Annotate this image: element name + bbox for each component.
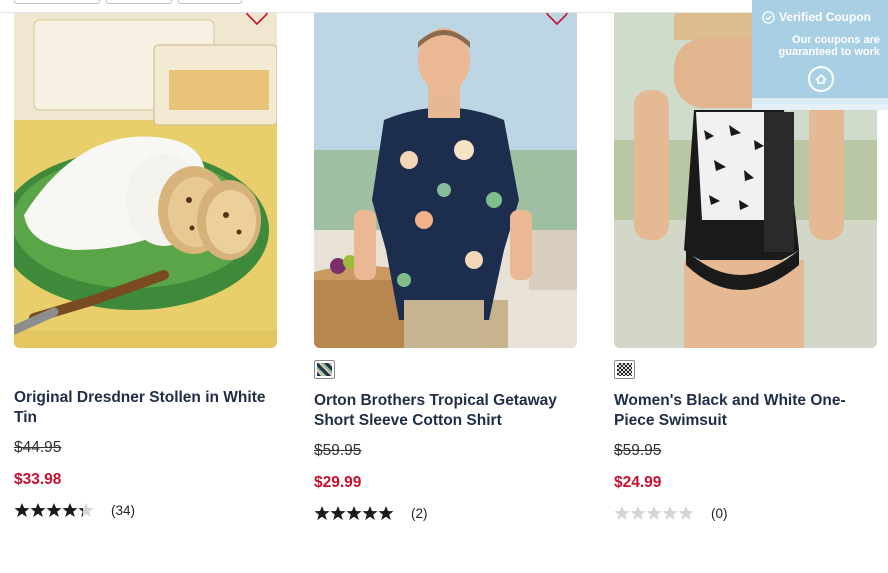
original-price: $59.95 (314, 442, 362, 459)
product-title[interactable]: Women's Black and White One-Piece Swimsu… (614, 391, 877, 431)
filter-tab[interactable] (106, 0, 172, 4)
sale-price: $33.98 (14, 471, 62, 488)
product-image-shirt[interactable] (314, 0, 577, 348)
star-icon (378, 506, 394, 520)
star-icon (14, 503, 30, 517)
star-icon (646, 506, 662, 520)
star-icon (346, 506, 362, 520)
filter-tab[interactable] (14, 0, 100, 4)
coupon-title: Verified Coupon (762, 10, 871, 24)
star-icon (630, 506, 646, 520)
stars (614, 505, 694, 521)
product-title[interactable]: Orton Brothers Tropical Getaway Short Sl… (314, 391, 577, 431)
review-count: (2) (411, 505, 428, 521)
review-count: (0) (711, 505, 728, 521)
coupon-logo-icon (808, 66, 834, 92)
stars (314, 505, 394, 521)
product-image-stollen[interactable] (14, 0, 277, 348)
coupon-text: Our coupons are guaranteed to work (778, 34, 880, 58)
color-swatch-navy-floral[interactable] (314, 360, 335, 379)
color-swatch-black-white[interactable] (614, 360, 635, 379)
sale-price: $24.99 (614, 474, 662, 491)
star-icon (314, 506, 330, 520)
sale-price: $29.99 (314, 474, 362, 491)
coupon-title-text: Verified Coupon (779, 10, 872, 24)
product-title[interactable]: Original Dresdner Stollen in White Tin (14, 388, 277, 428)
coupon-widget-edge (752, 104, 888, 110)
star-icon (662, 506, 678, 520)
star-icon (62, 503, 78, 517)
product-card: Original Dresdner Stollen in White Tin $… (14, 0, 277, 518)
star-rating[interactable]: (0) (614, 503, 728, 523)
star-icon (614, 506, 630, 520)
star-icon (330, 506, 346, 520)
star-icon (46, 503, 62, 517)
verified-coupon-widget[interactable]: Verified Coupon Our coupons are guarante… (752, 0, 888, 104)
star-icon (78, 503, 94, 517)
product-card: Orton Brothers Tropical Getaway Short Sl… (314, 0, 577, 521)
original-price: $59.95 (614, 442, 662, 459)
check-badge-icon (762, 10, 775, 24)
star-icon (30, 503, 46, 517)
star-icon (678, 506, 694, 520)
original-price: $44.95 (14, 439, 62, 456)
star-icon (362, 506, 378, 520)
stars (14, 502, 94, 518)
filter-tab[interactable] (178, 0, 242, 4)
star-rating[interactable]: (2) (314, 503, 428, 523)
review-count: (34) (111, 502, 136, 518)
star-rating[interactable]: (34) (14, 500, 135, 520)
